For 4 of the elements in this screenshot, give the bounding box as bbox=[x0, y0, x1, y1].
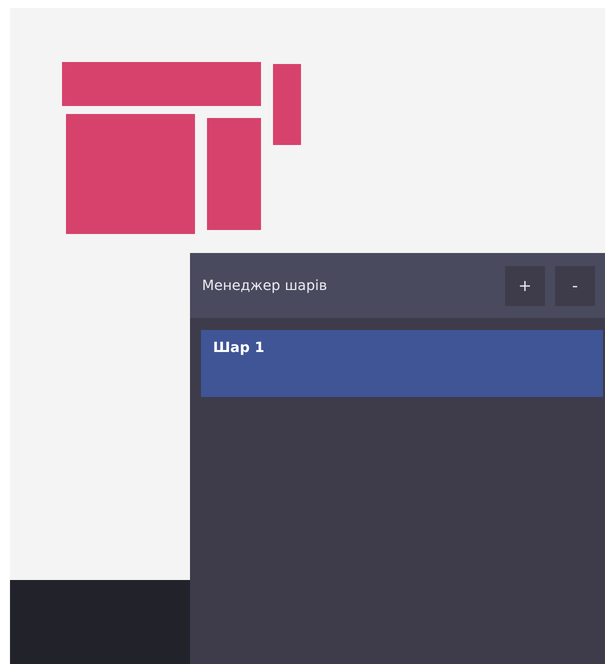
add-button[interactable]: + bbox=[505, 266, 545, 306]
layer-item[interactable]: Шар 1 bbox=[201, 330, 603, 397]
remove-button[interactable]: - bbox=[555, 266, 595, 306]
panel-title: Менеджер шарів bbox=[202, 278, 328, 294]
